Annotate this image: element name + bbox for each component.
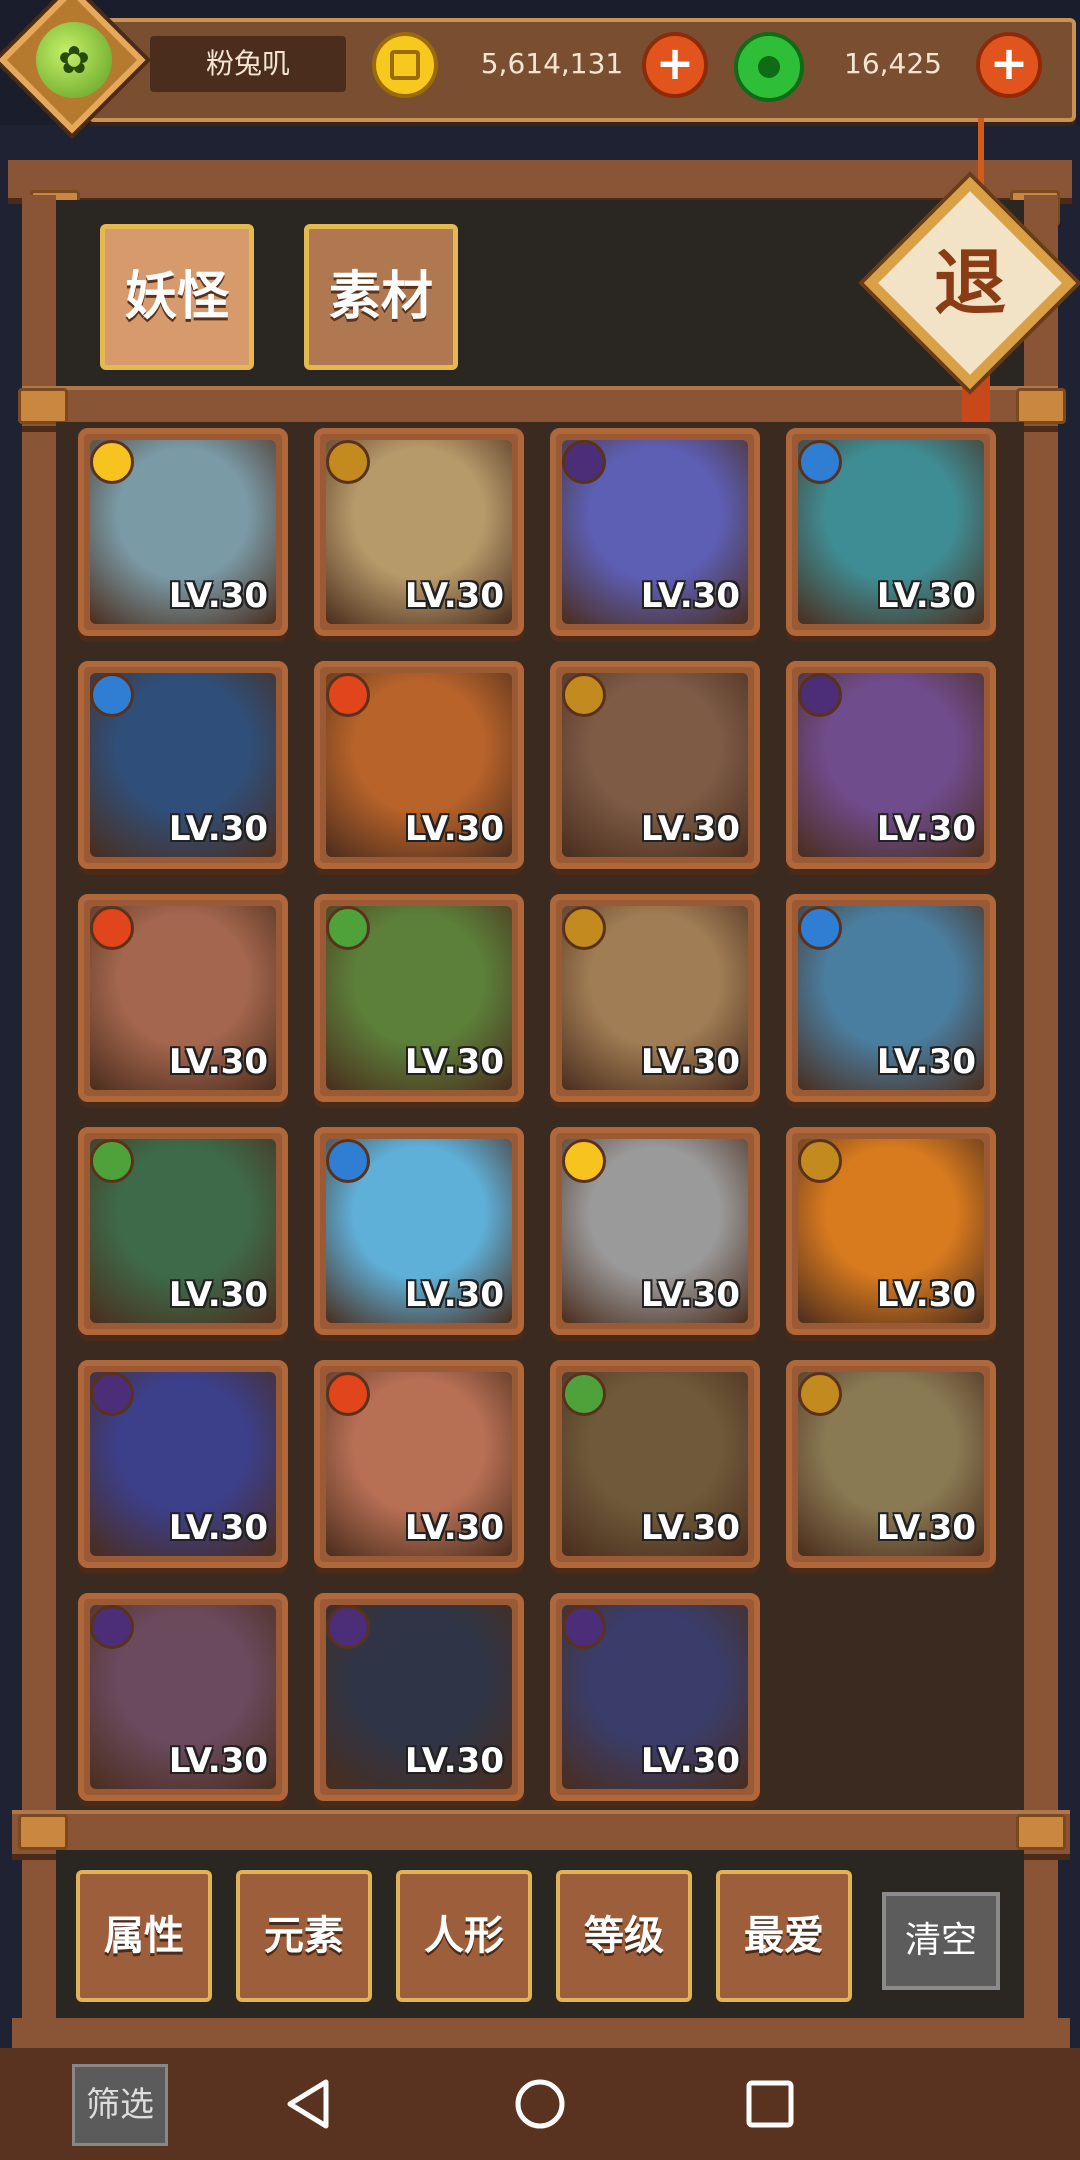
monster-card[interactable]: LV.30 — [78, 1360, 288, 1568]
monster-card[interactable]: LV.30 — [550, 661, 760, 869]
exit-label[interactable]: 退 — [895, 208, 1045, 358]
bracket — [1016, 388, 1066, 424]
monster-card[interactable]: LV.30 — [550, 1127, 760, 1335]
moon-element-icon — [562, 1605, 606, 1649]
monster-card[interactable]: LV.30 — [314, 428, 524, 636]
monster-level: LV.30 — [404, 1275, 504, 1315]
moon-element-icon — [562, 440, 606, 484]
monster-level: LV.30 — [168, 1508, 268, 1548]
monster-card[interactable]: LV.30 — [314, 661, 524, 869]
monster-card[interactable]: LV.30 — [78, 1127, 288, 1335]
sun-element-icon — [562, 1139, 606, 1183]
gold-coin-icon — [372, 32, 438, 98]
monster-level: LV.30 — [404, 576, 504, 616]
monster-level: LV.30 — [640, 809, 740, 849]
tab-materials[interactable]: 素材 — [304, 224, 458, 370]
monster-card[interactable]: LV.30 — [78, 894, 288, 1102]
tab-monsters[interactable]: 妖怪 — [100, 224, 254, 370]
monster-level: LV.30 — [168, 1275, 268, 1315]
monster-level: LV.30 — [404, 1042, 504, 1082]
bracket — [1016, 1814, 1066, 1850]
moon-element-icon — [798, 673, 842, 717]
back-icon[interactable] — [274, 2074, 344, 2134]
filter-attribute-button[interactable]: 属性 — [76, 1870, 212, 2002]
fire-element-icon — [326, 673, 370, 717]
green-jade-icon — [734, 32, 804, 102]
moon-element-icon — [326, 1605, 370, 1649]
earth-element-icon — [798, 1372, 842, 1416]
leaf-element-icon — [90, 1139, 134, 1183]
cabinet-left — [22, 195, 56, 2035]
monster-level: LV.30 — [404, 1741, 504, 1781]
filter-humanoid-button[interactable]: 人形 — [396, 1870, 532, 2002]
monster-card[interactable]: LV.30 — [550, 894, 760, 1102]
monster-level: LV.30 — [640, 1508, 740, 1548]
monster-level: LV.30 — [404, 1508, 504, 1548]
cabinet-top — [8, 160, 1072, 204]
water-element-icon — [326, 1139, 370, 1183]
leaf-element-icon — [562, 1372, 606, 1416]
fire-element-icon — [326, 1372, 370, 1416]
water-element-icon — [798, 440, 842, 484]
monster-card[interactable]: LV.30 — [314, 1127, 524, 1335]
earth-element-icon — [562, 906, 606, 950]
monster-level: LV.30 — [168, 809, 268, 849]
add-coins-button[interactable]: + — [642, 32, 708, 98]
filter-tab-button[interactable]: 筛选 — [72, 2064, 168, 2146]
bracket — [18, 1814, 68, 1850]
monster-card[interactable]: LV.30 — [786, 661, 996, 869]
monster-level: LV.30 — [876, 1508, 976, 1548]
monster-level: LV.30 — [168, 1042, 268, 1082]
monster-card[interactable]: LV.30 — [786, 1127, 996, 1335]
monster-level: LV.30 — [876, 1042, 976, 1082]
monster-level: LV.30 — [404, 809, 504, 849]
earth-element-icon — [798, 1139, 842, 1183]
monster-card[interactable]: LV.30 — [786, 1360, 996, 1568]
monster-level: LV.30 — [640, 1042, 740, 1082]
coin-count: 5,614,131 — [480, 47, 624, 80]
moon-element-icon — [90, 1372, 134, 1416]
monster-level: LV.30 — [640, 576, 740, 616]
monster-card[interactable]: LV.30 — [314, 1360, 524, 1568]
earth-element-icon — [562, 673, 606, 717]
leaf-element-icon — [326, 906, 370, 950]
home-icon[interactable] — [505, 2074, 575, 2134]
monster-card[interactable]: LV.30 — [550, 1593, 760, 1801]
monster-card[interactable]: LV.30 — [314, 1593, 524, 1801]
add-jade-button[interactable]: + — [976, 32, 1042, 98]
monster-level: LV.30 — [876, 809, 976, 849]
monster-card[interactable]: LV.30 — [78, 428, 288, 636]
bracket — [18, 388, 68, 424]
monster-level: LV.30 — [876, 1275, 976, 1315]
earth-element-icon — [326, 440, 370, 484]
monster-card[interactable]: LV.30 — [314, 894, 524, 1102]
jade-count: 16,425 — [844, 47, 942, 80]
monster-card[interactable]: LV.30 — [78, 661, 288, 869]
filter-favorite-button[interactable]: 最爱 — [716, 1870, 852, 2002]
monster-level: LV.30 — [640, 1741, 740, 1781]
cabinet-right — [1024, 195, 1058, 2035]
monster-card[interactable]: LV.30 — [786, 894, 996, 1102]
monster-card[interactable]: LV.30 — [550, 1360, 760, 1568]
filter-level-button[interactable]: 等级 — [556, 1870, 692, 2002]
water-element-icon — [798, 906, 842, 950]
monster-level: LV.30 — [168, 1741, 268, 1781]
filter-element-button[interactable]: 元素 — [236, 1870, 372, 2002]
monster-level: LV.30 — [168, 576, 268, 616]
avatar[interactable]: ✿ — [36, 22, 112, 98]
monster-level: LV.30 — [640, 1275, 740, 1315]
monster-card[interactable]: LV.30 — [786, 428, 996, 636]
fire-element-icon — [90, 906, 134, 950]
moon-element-icon — [90, 1605, 134, 1649]
recents-icon[interactable] — [735, 2074, 805, 2134]
monster-card[interactable]: LV.30 — [550, 428, 760, 636]
clear-button[interactable]: 清空 — [882, 1892, 1000, 1990]
monster-card[interactable]: LV.30 — [78, 1593, 288, 1801]
monster-level: LV.30 — [876, 576, 976, 616]
water-element-icon — [90, 673, 134, 717]
sun-element-icon — [90, 440, 134, 484]
player-name: 粉兔叽 — [150, 36, 346, 92]
